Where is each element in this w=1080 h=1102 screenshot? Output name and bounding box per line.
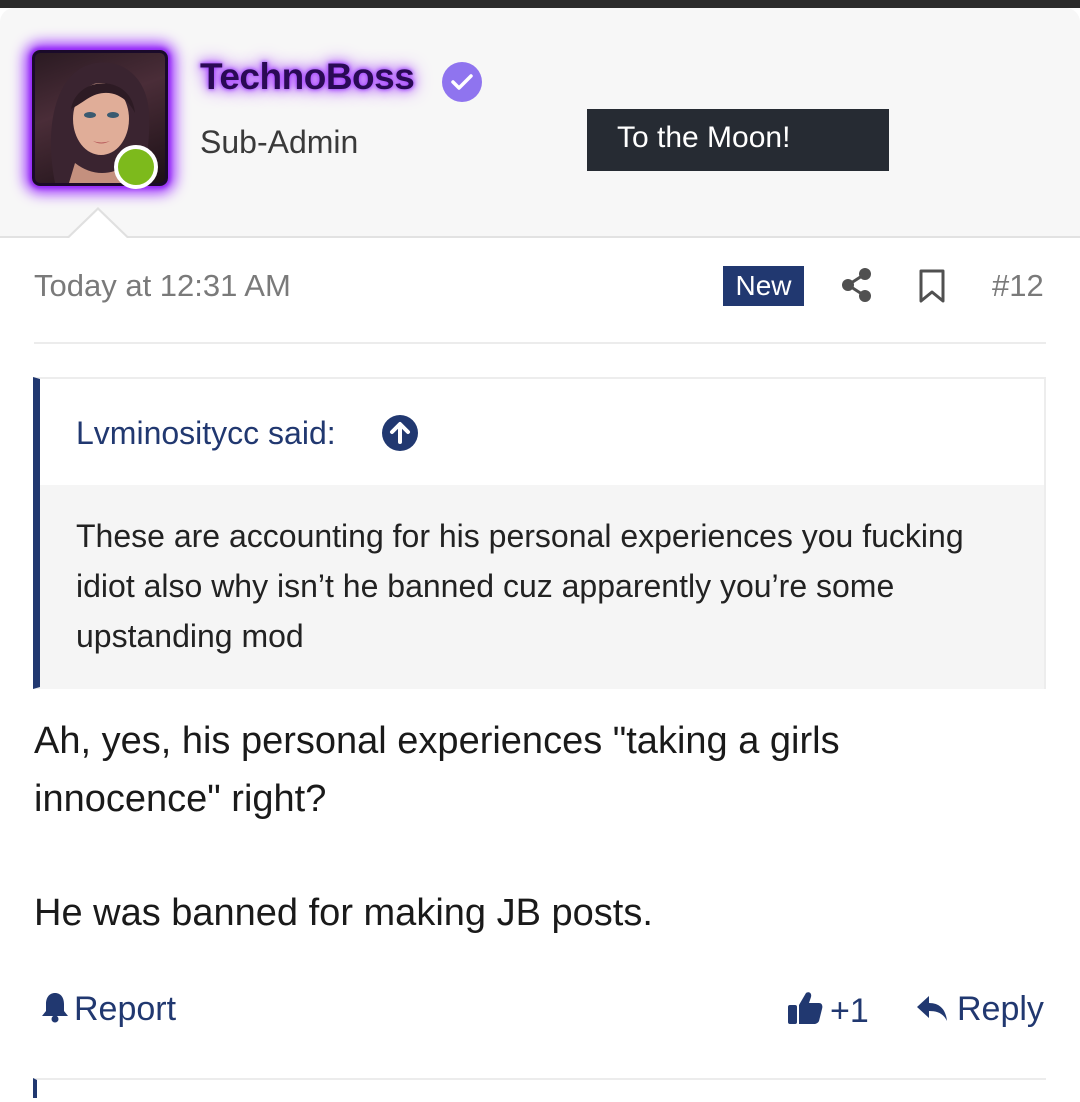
post-paragraph: Ah, yes, his personal experiences "takin… <box>34 720 840 820</box>
quote-body: These are accounting for his personal ex… <box>40 485 1044 689</box>
quote-block: Lvminositycc said: These are accounting … <box>33 377 1046 689</box>
report-label: Report <box>74 990 177 1028</box>
arrow-up-icon[interactable] <box>382 415 418 451</box>
reply-icon <box>915 993 949 1032</box>
thumbs-up-icon <box>786 990 824 1035</box>
like-button[interactable]: +1 <box>786 990 869 1035</box>
like-count: +1 <box>830 992 869 1030</box>
quote-attribution[interactable]: Lvminositycc said: <box>76 415 336 452</box>
post-header: TechnoBoss Sub-Admin To the Moon! <box>0 8 1080 238</box>
report-button[interactable]: Report <box>40 990 176 1032</box>
top-edge <box>0 0 1080 8</box>
user-title: Sub-Admin <box>200 124 359 160</box>
online-indicator <box>114 145 158 189</box>
quote-text: These are accounting for his personal ex… <box>76 518 964 654</box>
new-badge: New <box>723 266 804 306</box>
post-number-link[interactable]: #12 <box>992 268 1044 304</box>
username[interactable]: TechnoBoss <box>200 56 415 98</box>
next-post-edge <box>33 1078 1046 1098</box>
reply-button[interactable]: Reply <box>915 990 1044 1032</box>
user-banner: To the Moon! <box>587 109 889 171</box>
verified-icon <box>442 62 482 102</box>
bookmark-icon[interactable] <box>917 268 947 304</box>
bell-icon <box>40 991 70 1032</box>
reply-label: Reply <box>957 990 1044 1028</box>
quote-header: Lvminositycc said: <box>40 379 1044 485</box>
header-pointer-fill <box>68 210 128 239</box>
share-icon[interactable] <box>840 266 874 304</box>
divider <box>34 342 1046 344</box>
post-timestamp[interactable]: Today at 12:31 AM <box>34 268 291 304</box>
post-body: Ah, yes, his personal experiences "takin… <box>34 712 1034 942</box>
post-paragraph: He was banned for making JB posts. <box>34 892 653 934</box>
